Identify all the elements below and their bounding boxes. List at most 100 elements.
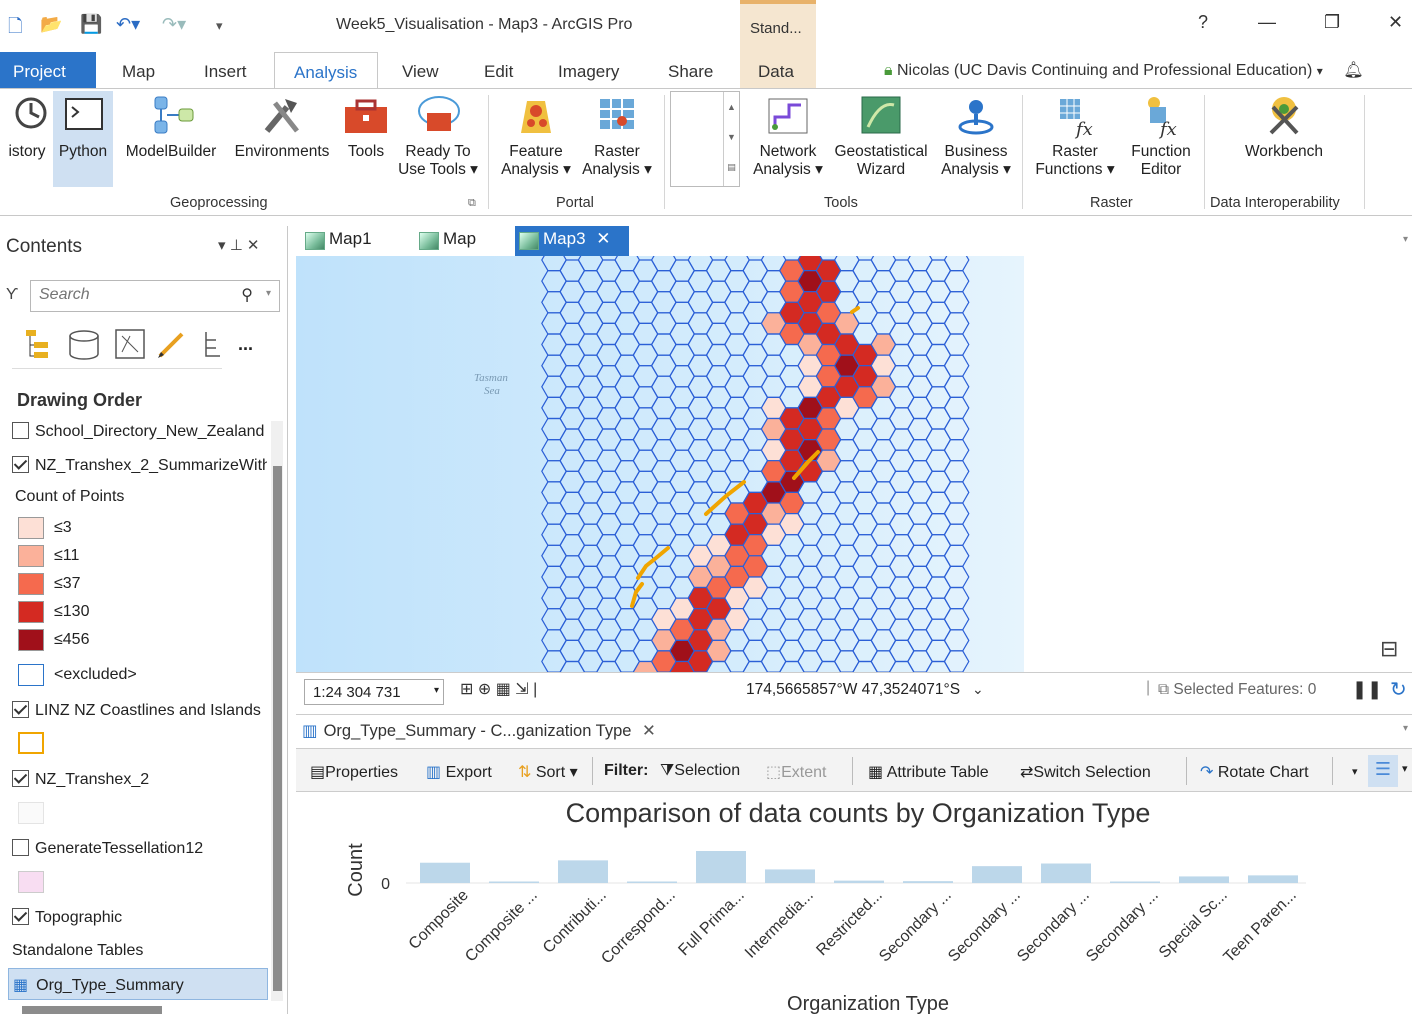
chart-list-icon[interactable]: ☰	[1368, 755, 1398, 787]
raster-functions-button[interactable]: fx Raster Functions ▾	[1030, 93, 1120, 179]
coordinate-format-icon[interactable]: ⌄	[972, 681, 984, 698]
geostatistical-wizard-button[interactable]: Geostatistical Wizard	[830, 93, 932, 179]
python-button[interactable]: Python	[53, 91, 113, 187]
legend-swatch-excluded[interactable]	[18, 664, 44, 686]
close-tab-icon[interactable]: ✕	[596, 229, 610, 248]
business-analysis-button[interactable]: Business Analysis ▾	[936, 93, 1016, 179]
layer-generate-tessellation[interactable]: GenerateTessellation12	[12, 839, 267, 858]
network-analysis-button[interactable]: Network Analysis ▾	[748, 93, 828, 179]
layer-visibility-checkbox[interactable]	[12, 456, 29, 473]
help-button[interactable]: ?	[1198, 12, 1208, 33]
minimize-button[interactable]: —	[1258, 12, 1276, 33]
filter-extent-button[interactable]: ⬚Extent	[766, 762, 826, 782]
layer-nz-transhex-2[interactable]: NZ_Transhex_2	[12, 770, 267, 789]
chart-bar[interactable]	[420, 862, 470, 883]
table-org-type-summary[interactable]: ▦ Org_Type_Summary	[8, 968, 268, 1000]
redo-icon[interactable]: ↷▾	[162, 14, 186, 36]
tab-share[interactable]: Share	[668, 62, 713, 82]
search-input[interactable]	[31, 281, 211, 309]
chart-bar[interactable]	[1110, 881, 1160, 884]
sort-button[interactable]: ⇅ Sort ▾	[518, 762, 578, 782]
layer-linz-coastlines[interactable]: LINZ NZ Coastlines and Islands	[12, 701, 267, 720]
selected-features-count[interactable]: ⧉ Selected Features: 0	[1158, 681, 1316, 699]
tab-view[interactable]: View	[402, 62, 439, 82]
workbench-button[interactable]: Workbench	[1236, 93, 1332, 161]
pane-options-icon[interactable]: ▾ ⊥ ✕	[218, 236, 260, 254]
tab-analysis[interactable]: Analysis	[274, 52, 378, 89]
chart-list-caret-icon[interactable]: ▾	[1402, 762, 1408, 775]
chart-bar[interactable]	[1179, 876, 1229, 883]
chart-bar[interactable]	[1041, 863, 1091, 883]
chart-bar[interactable]	[972, 866, 1022, 883]
tab-map[interactable]: Map	[122, 62, 155, 82]
map-scale-dropdown[interactable]: 1:24 304 731 ▾	[304, 679, 444, 705]
environments-button[interactable]: Environments	[228, 93, 336, 161]
layer-visibility-checkbox[interactable]	[12, 701, 29, 718]
map-canvas[interactable]: Tasman Sea	[296, 256, 1412, 672]
legend-swatch-5[interactable]	[18, 629, 44, 651]
chart-bar[interactable]	[696, 851, 746, 883]
function-editor-button[interactable]: fx Function Editor	[1122, 93, 1200, 179]
customize-qat-icon[interactable]: ▾	[216, 18, 223, 40]
chart-bar[interactable]	[765, 869, 815, 883]
tabs-overflow-icon[interactable]: ▾	[1403, 234, 1408, 245]
legend-swatch-transhex[interactable]	[18, 802, 44, 824]
ready-to-use-tools-button[interactable]: Ready To Use Tools ▾	[396, 93, 480, 179]
tab-insert[interactable]: Insert	[204, 62, 247, 82]
history-button[interactable]: istory	[4, 93, 50, 161]
list-by-selection-icon[interactable]	[115, 329, 145, 359]
tab-project[interactable]: Project	[0, 52, 96, 88]
tab-map1[interactable]: Map1	[301, 229, 401, 255]
contents-hscroll-thumb[interactable]	[22, 1006, 162, 1014]
group-launcher-icon[interactable]: ⧉	[468, 197, 476, 210]
search-box[interactable]: ⚲ ▾	[30, 280, 280, 312]
export-button[interactable]: ▥ Export	[426, 762, 492, 782]
switch-selection-button[interactable]: ⇄Switch Selection	[1020, 762, 1151, 782]
tools-gallery[interactable]: ▲ ▼ ▤	[670, 91, 740, 187]
close-button[interactable]: ✕	[1388, 12, 1403, 33]
notification-bell-icon[interactable]: 🔔︎	[1343, 62, 1363, 79]
raster-analysis-button[interactable]: Raster Analysis ▾	[578, 93, 656, 179]
chart-tabs-overflow-icon[interactable]: ▾	[1403, 723, 1408, 734]
list-by-drawing-order-icon[interactable]	[26, 330, 48, 358]
tools-button[interactable]: Tools	[340, 93, 392, 161]
layer-visibility-checkbox[interactable]	[12, 839, 29, 856]
legend-swatch-1[interactable]	[18, 517, 44, 539]
legend-swatch-2[interactable]	[18, 545, 44, 567]
legend-swatch-4[interactable]	[18, 601, 44, 623]
new-project-icon[interactable]: 🗋	[8, 14, 22, 36]
chart-view[interactable]: Comparison of data counts by Organizatio…	[296, 792, 1412, 1015]
layer-topographic[interactable]: Topographic	[12, 908, 267, 927]
tab-map[interactable]: Map	[415, 229, 505, 255]
list-by-editing-icon[interactable]	[158, 332, 184, 358]
feature-analysis-button[interactable]: Feature Analysis ▾	[496, 93, 576, 179]
open-project-icon[interactable]: 📂	[40, 14, 62, 36]
layer-visibility-checkbox[interactable]	[12, 908, 29, 925]
chart-bar[interactable]	[489, 881, 539, 884]
tab-map3[interactable]: Map3 ✕	[515, 226, 629, 256]
chart-bar[interactable]	[627, 881, 677, 884]
legend-swatch-3[interactable]	[18, 573, 44, 595]
map-view[interactable]: Tasman Sea ⊟	[296, 256, 1412, 672]
gallery-scroll[interactable]: ▲ ▼ ▤	[723, 92, 739, 186]
list-by-data-source-icon[interactable]	[69, 330, 99, 360]
restore-button[interactable]: ❐	[1324, 12, 1340, 33]
layer-visibility-checkbox[interactable]	[12, 770, 29, 787]
layer-visibility-checkbox[interactable]	[12, 422, 29, 439]
tab-imagery[interactable]: Imagery	[558, 62, 619, 82]
search-icon[interactable]: ⚲	[241, 285, 253, 305]
toolbar-overflow-icon[interactable]: ▾	[1352, 765, 1358, 778]
chart-bar[interactable]	[903, 881, 953, 883]
properties-button[interactable]: ▤Properties	[310, 762, 398, 782]
filter-selection-button[interactable]: ⧩Selection	[660, 762, 740, 780]
refresh-icon[interactable]: ↻	[1390, 677, 1407, 702]
layer-school-directory[interactable]: School_Directory_New_Zealand	[12, 422, 267, 441]
close-chart-tab-icon[interactable]: ✕	[642, 722, 656, 740]
tab-chart[interactable]: ▥ Org_Type_Summary - C...ganization Type …	[302, 721, 656, 741]
search-dropdown-icon[interactable]: ▾	[266, 288, 271, 299]
user-account[interactable]: 🔒︎ Nicolas (UC Davis Continuing and Prof…	[884, 60, 1364, 80]
undo-icon[interactable]: ↶▾	[116, 14, 140, 36]
legend-swatch-generate[interactable]	[18, 871, 44, 893]
save-project-icon[interactable]: 💾	[80, 14, 102, 36]
chart-bar[interactable]	[558, 860, 608, 883]
